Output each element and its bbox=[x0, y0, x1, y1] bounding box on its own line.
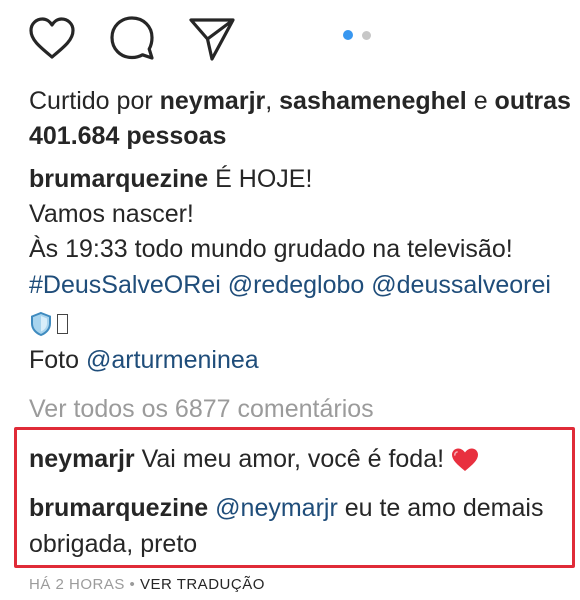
likes-others[interactable]: outras bbox=[495, 87, 571, 115]
caption-text: Vamos nascer! bbox=[29, 200, 194, 228]
caption-tags-line: #DeusSalveORei @redeglobo @deussalveorei bbox=[29, 270, 551, 300]
mention-link[interactable]: @arturmeninea bbox=[86, 346, 259, 374]
mention-link[interactable]: @redeglobo bbox=[228, 271, 365, 299]
post-timestamp: HÁ 2 HORAS bbox=[29, 576, 125, 593]
send-icon[interactable] bbox=[186, 12, 238, 64]
comment-username-link[interactable]: brumarquezine bbox=[29, 494, 208, 522]
comment-icon[interactable] bbox=[106, 12, 158, 64]
likes-separator: , bbox=[265, 87, 280, 115]
likes-count[interactable]: 401.684 pessoas bbox=[29, 121, 226, 151]
post-footer: HÁ 2 HORAS • VER TRADUÇÃO bbox=[29, 570, 265, 600]
heart-icon[interactable] bbox=[26, 12, 78, 64]
comment-text: Vai meu amor, você é foda! bbox=[134, 445, 445, 473]
likes-prefix: Curtido por bbox=[29, 87, 160, 115]
liker-username-link[interactable]: sashameneghel bbox=[279, 87, 467, 115]
likes-connector: e bbox=[466, 87, 495, 115]
mention-link[interactable]: @neymarjr bbox=[215, 494, 338, 522]
view-all-comments-link[interactable]: Ver todos os 6877 comentários bbox=[29, 394, 374, 424]
comment-text: obrigada, preto bbox=[29, 530, 198, 558]
post-action-bar bbox=[0, 0, 580, 80]
comment-row: neymarjr Vai meu amor, você é foda! bbox=[29, 444, 480, 474]
red-heart-emoji-icon bbox=[452, 448, 479, 472]
footer-separator: • bbox=[124, 576, 140, 593]
photo-credit-prefix: Foto bbox=[29, 346, 86, 374]
carousel-dot-active bbox=[343, 30, 353, 40]
likes-summary: Curtido por neymarjr, sashameneghel e ou… bbox=[29, 86, 571, 116]
see-translation-link[interactable]: VER TRADUÇÃO bbox=[140, 576, 265, 593]
caption-text: Às 19:33 todo mundo grudado na televisão… bbox=[29, 235, 513, 263]
carousel-dot bbox=[362, 31, 371, 40]
comment-row: brumarquezine @neymarjr eu te amo demais bbox=[29, 493, 543, 523]
caption-emoji-line bbox=[29, 308, 68, 338]
mention-link[interactable]: @deussalveorei bbox=[371, 271, 551, 299]
missing-glyph-icon bbox=[57, 314, 68, 335]
caption-username-link[interactable]: brumarquezine bbox=[29, 165, 208, 193]
liker-username-link[interactable]: neymarjr bbox=[160, 87, 266, 115]
hashtag-link[interactable]: #DeusSalveORei bbox=[29, 271, 221, 299]
shield-emoji-icon bbox=[31, 312, 51, 337]
caption-photo-credit: Foto @arturmeninea bbox=[29, 345, 259, 375]
comment-username-link[interactable]: neymarjr bbox=[29, 445, 135, 473]
caption-first-line: brumarquezine É HOJE! bbox=[29, 164, 312, 194]
caption-text: É HOJE! bbox=[208, 165, 313, 193]
comment-text: eu te amo demais bbox=[337, 494, 544, 522]
